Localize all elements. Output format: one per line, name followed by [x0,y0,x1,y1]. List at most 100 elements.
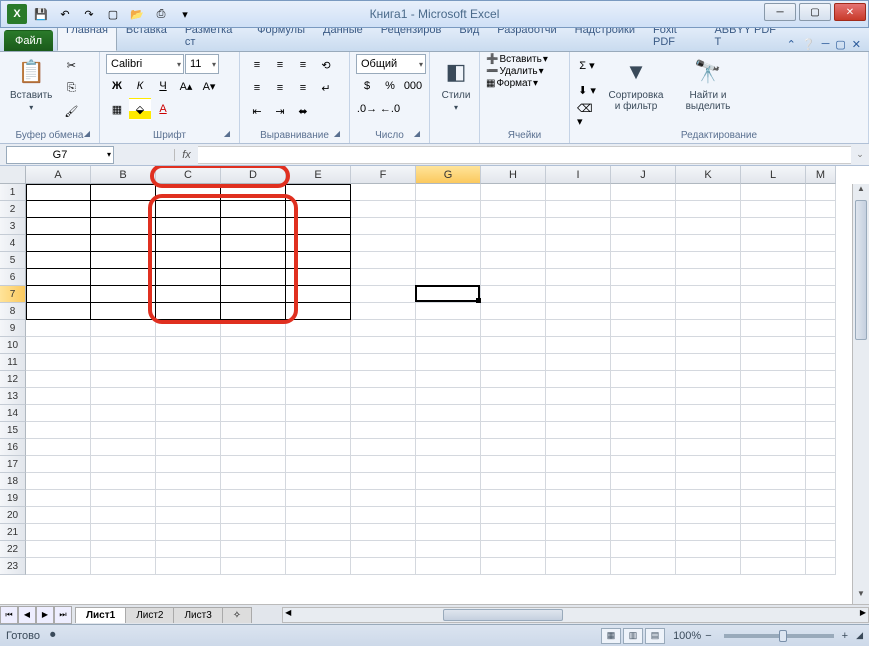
sheet-tab[interactable]: Лист3 [173,607,222,623]
column-header[interactable]: B [91,166,156,184]
cell[interactable] [91,252,156,269]
cell[interactable] [546,439,611,456]
scroll-left-icon[interactable]: ◀ [285,608,291,617]
expand-fbar-icon[interactable]: ⌄ [851,149,869,160]
launcher-icon[interactable]: ◢ [221,129,233,141]
cell[interactable] [481,456,546,473]
cell[interactable] [741,473,806,490]
cell[interactable] [546,354,611,371]
cell[interactable] [286,371,351,388]
cell[interactable] [676,303,741,320]
cell[interactable] [351,439,416,456]
cell[interactable] [351,218,416,235]
column-header[interactable]: G [416,166,481,184]
cell[interactable] [611,252,676,269]
cell[interactable] [676,201,741,218]
cell[interactable] [156,354,221,371]
cell[interactable] [481,405,546,422]
cell[interactable] [286,490,351,507]
launcher-icon[interactable]: ◢ [81,129,93,141]
cell[interactable] [416,422,481,439]
cell[interactable] [91,473,156,490]
cell[interactable] [546,473,611,490]
cell[interactable] [611,218,676,235]
cell[interactable] [416,303,481,320]
cell[interactable] [546,303,611,320]
cell[interactable] [546,320,611,337]
cell[interactable] [286,337,351,354]
tab-file[interactable]: Файл [4,30,53,51]
align-top-icon[interactable]: ≡ [246,54,268,76]
format-cells-button[interactable]: ▦Формат ▾ [486,78,538,89]
cell[interactable] [481,473,546,490]
cell[interactable] [676,490,741,507]
find-select-button[interactable]: 🔭 Найти и выделить [674,54,742,114]
cell[interactable] [286,541,351,558]
cell[interactable] [351,320,416,337]
cell[interactable] [741,235,806,252]
cell[interactable] [91,218,156,235]
cell[interactable] [741,558,806,575]
cell[interactable] [156,456,221,473]
cell[interactable] [416,541,481,558]
fx-icon[interactable]: fx [174,149,198,161]
cell[interactable] [26,524,91,541]
cell[interactable] [741,303,806,320]
row-header[interactable]: 6 [0,269,26,286]
help-icon[interactable]: ❔ [802,38,816,51]
cell[interactable] [26,303,91,320]
cell[interactable] [221,558,286,575]
cell[interactable] [676,558,741,575]
cell[interactable] [741,422,806,439]
new-icon[interactable]: ▢ [103,4,123,24]
cell[interactable] [351,558,416,575]
cell[interactable] [741,490,806,507]
cell[interactable] [221,252,286,269]
cell[interactable] [611,286,676,303]
cell[interactable] [286,201,351,218]
cell[interactable] [351,303,416,320]
cell[interactable] [741,320,806,337]
cell[interactable] [91,541,156,558]
cell[interactable] [611,541,676,558]
row-header[interactable]: 13 [0,388,26,405]
cell[interactable] [91,422,156,439]
cell[interactable] [676,269,741,286]
row-header[interactable]: 5 [0,252,26,269]
cell[interactable] [221,218,286,235]
column-header[interactable]: E [286,166,351,184]
cell[interactable] [351,541,416,558]
column-header[interactable]: L [741,166,806,184]
row-header[interactable]: 18 [0,473,26,490]
cell[interactable] [286,439,351,456]
column-header[interactable]: H [481,166,546,184]
align-right-icon[interactable]: ≡ [292,77,314,99]
cell[interactable] [156,235,221,252]
column-header[interactable]: M [806,166,836,184]
cell[interactable] [676,235,741,252]
cell[interactable] [156,388,221,405]
increase-decimal-icon[interactable]: .0→ [356,98,378,120]
view-pagebreak-icon[interactable]: ▤ [645,628,665,644]
row-header[interactable]: 23 [0,558,26,575]
column-header[interactable]: I [546,166,611,184]
orientation-icon[interactable]: ⟲ [315,54,337,76]
cell[interactable] [91,439,156,456]
cell[interactable] [416,252,481,269]
cell[interactable] [546,252,611,269]
cell[interactable] [91,558,156,575]
cell[interactable] [416,235,481,252]
cell[interactable] [611,473,676,490]
cell[interactable] [416,371,481,388]
cell[interactable] [676,422,741,439]
cell[interactable] [286,303,351,320]
cell[interactable] [741,337,806,354]
cell[interactable] [546,286,611,303]
cell[interactable] [806,388,836,405]
cell[interactable] [351,269,416,286]
cell[interactable] [481,337,546,354]
zoom-value[interactable]: 100% [673,630,701,642]
open-icon[interactable]: 📂 [127,4,147,24]
cell[interactable] [91,201,156,218]
cell[interactable] [156,303,221,320]
